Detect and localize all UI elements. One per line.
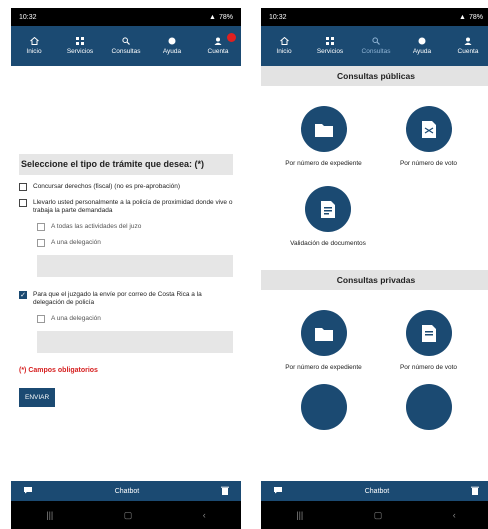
recent-apps-icon[interactable]: ||| <box>296 510 303 520</box>
checkbox[interactable] <box>19 199 27 207</box>
tramite-form: Seleccione el tipo de trámite que desea:… <box>11 66 241 481</box>
status-bar: 10:32 ▲ 78% <box>11 8 241 26</box>
document-icon <box>421 324 436 342</box>
status-bar: 10:32 ▲ 78% <box>261 8 488 26</box>
right-phone-screen: 10:32 ▲ 78% Inicio Servicios Consultas A… <box>261 8 488 529</box>
checkbox[interactable] <box>37 315 45 323</box>
consultas-page: Consultas públicas Por número de expedie… <box>261 66 488 481</box>
status-time: 10:32 <box>269 13 287 21</box>
wifi-icon: ▲ <box>209 13 216 21</box>
nav-item-consultas[interactable]: Consultas <box>103 26 149 66</box>
back-icon[interactable]: ‹ <box>453 510 456 520</box>
user-icon <box>214 37 223 45</box>
submit-button[interactable]: ENVIAR <box>19 388 56 407</box>
option-concursar[interactable]: Concursar derechos (fiscal) (no es pre-a… <box>19 183 233 191</box>
battery-level: 78% <box>468 13 483 21</box>
document-icon <box>421 120 436 138</box>
folder-icon <box>314 327 333 341</box>
recent-apps-icon[interactable]: ||| <box>46 510 53 520</box>
required-note: (*) Campos obligatorios <box>19 367 98 374</box>
nav-item-servicios[interactable]: Servicios <box>307 26 353 66</box>
public-tiles: Por número de expediente Por número de v… <box>261 106 488 168</box>
battery-level: 78% <box>218 13 233 21</box>
chatbot-label[interactable]: Chatbot <box>115 488 140 495</box>
tile-private-voto[interactable]: Por número de voto <box>384 310 474 372</box>
private-section-title: Consultas privadas <box>261 270 488 290</box>
delegacion-select-2[interactable] <box>37 331 233 353</box>
nav-item-consultas[interactable]: Consultas <box>353 26 399 66</box>
option-llevarlo-personalmente[interactable]: Llevarlo usted personalmente a la policí… <box>19 199 233 215</box>
suboption-una-delegacion-2[interactable]: A una delegación <box>37 315 233 323</box>
status-time: 10:32 <box>19 13 37 21</box>
nav-item-cuenta[interactable]: Cuenta <box>445 26 488 66</box>
folder-icon <box>314 123 333 137</box>
nav-item-cuenta[interactable]: Cuenta <box>195 26 241 66</box>
bottom-bar: Chatbot <box>261 481 488 501</box>
tile-public-voto[interactable]: Por número de voto <box>384 106 474 168</box>
grid-icon <box>326 37 335 45</box>
checkbox[interactable] <box>37 223 45 231</box>
checkbox[interactable] <box>19 183 27 191</box>
tile-partial-2[interactable] <box>384 384 474 438</box>
home-button-icon[interactable]: ▢ <box>374 510 383 521</box>
nav-item-inicio[interactable]: Inicio <box>11 26 57 66</box>
tile-public-expediente[interactable]: Por número de expediente <box>279 106 369 168</box>
nav-item-ayuda[interactable]: Ayuda <box>149 26 195 66</box>
notification-badge <box>227 33 236 42</box>
bottom-bar: Chatbot <box>11 481 241 501</box>
tile-partial-1[interactable] <box>279 384 369 438</box>
nav-item-ayuda[interactable]: Ayuda <box>399 26 445 66</box>
search-icon <box>122 37 131 45</box>
wifi-icon: ▲ <box>459 13 466 21</box>
home-icon <box>29 37 39 45</box>
home-icon <box>279 37 289 45</box>
section-title: Seleccione el tipo de trámite que desea:… <box>19 154 233 175</box>
trash-icon[interactable] <box>221 486 229 497</box>
validate-document-icon <box>321 200 335 218</box>
tile-private-expediente[interactable]: Por número de expediente <box>279 310 369 372</box>
user-icon <box>464 37 473 45</box>
top-navigation: Inicio Servicios Consultas Ayuda Cuenta <box>261 26 488 66</box>
help-icon <box>168 37 177 45</box>
top-navigation: Inicio Servicios Consultas Ayuda Cuenta <box>11 26 241 66</box>
checkbox[interactable] <box>37 239 45 247</box>
system-navigation-bar: ||| ▢ ‹ <box>11 501 241 529</box>
trash-icon[interactable] <box>471 486 479 497</box>
suboption-todas-actividades[interactable]: A todas las actividades del juzo <box>37 223 233 231</box>
private-tiles: Por número de expediente Por número de v… <box>261 310 488 372</box>
home-button-icon[interactable]: ▢ <box>124 510 133 521</box>
checkbox-checked[interactable]: ✓ <box>19 291 27 299</box>
suboption-una-delegacion[interactable]: A una delegación <box>37 239 233 247</box>
system-navigation-bar: ||| ▢ ‹ <box>261 501 488 529</box>
chat-icon[interactable] <box>273 486 283 496</box>
nav-item-inicio[interactable]: Inicio <box>261 26 307 66</box>
chatbot-label[interactable]: Chatbot <box>365 488 390 495</box>
back-icon[interactable]: ‹ <box>203 510 206 520</box>
left-phone-screen: 10:32 ▲ 78% Inicio Servicios Consultas A… <box>11 8 241 529</box>
option-envio-correo[interactable]: ✓ Para que el juzgado la envíe por corre… <box>19 291 233 307</box>
public-section-title: Consultas públicas <box>261 66 488 86</box>
grid-icon <box>76 37 85 45</box>
help-icon <box>418 37 427 45</box>
search-icon <box>372 37 381 45</box>
delegacion-select-1[interactable] <box>37 255 233 277</box>
chat-icon[interactable] <box>23 486 33 496</box>
tile-validacion-documentos[interactable]: Validación de documentos <box>283 186 373 248</box>
nav-item-servicios[interactable]: Servicios <box>57 26 103 66</box>
